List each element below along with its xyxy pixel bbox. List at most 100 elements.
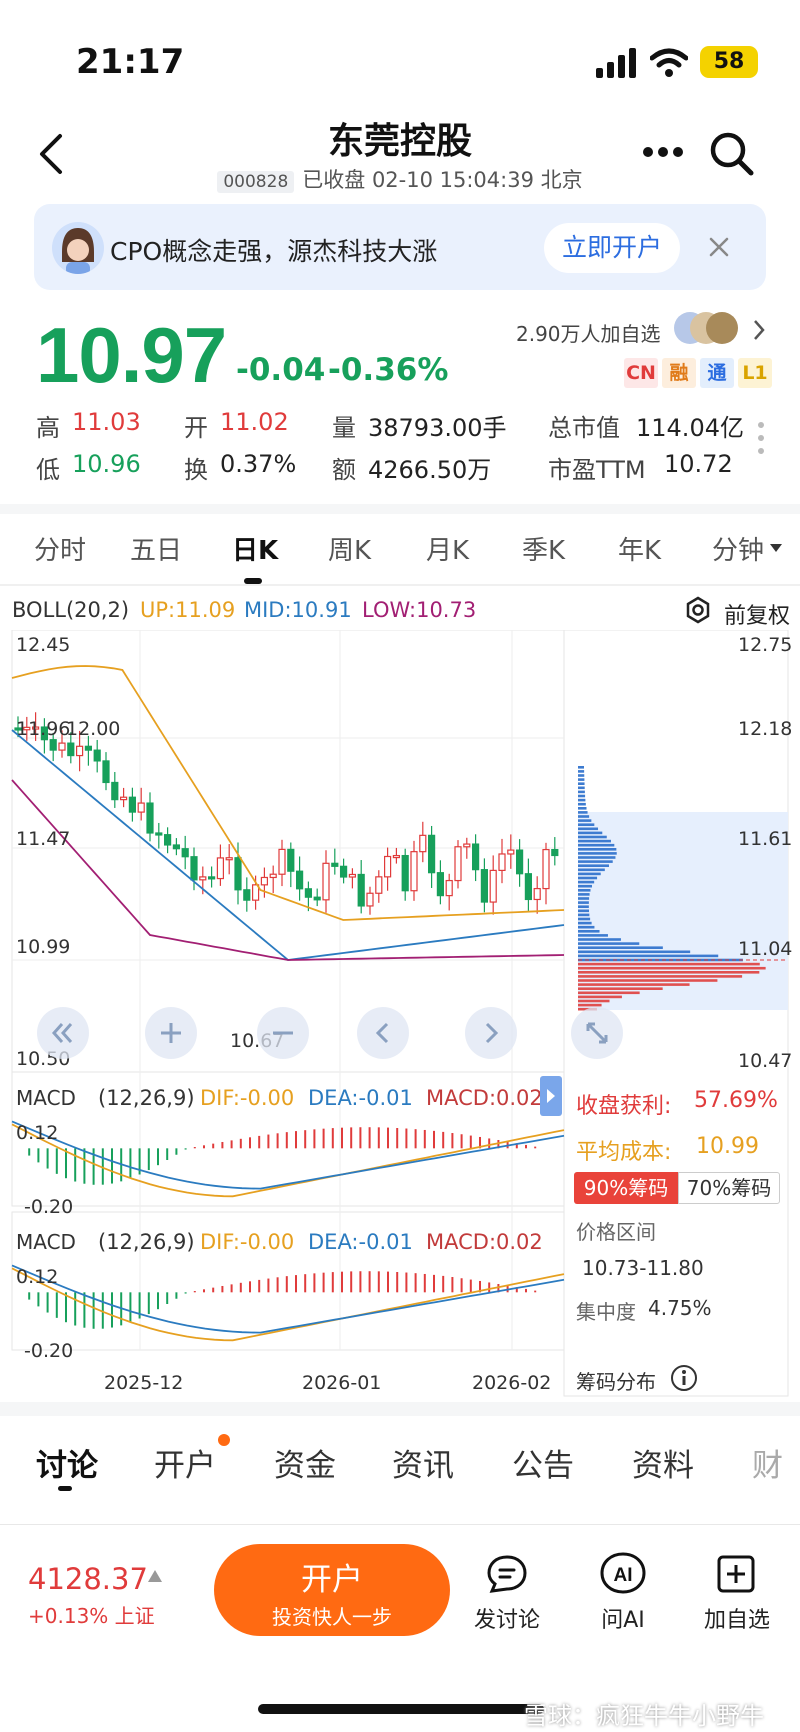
candle bbox=[463, 843, 471, 848]
pe-value: 10.72 bbox=[664, 450, 733, 478]
candle bbox=[410, 851, 418, 892]
candle bbox=[322, 862, 330, 901]
chip-bar bbox=[578, 954, 719, 958]
chip-bar bbox=[578, 815, 590, 818]
close-icon[interactable] bbox=[708, 236, 730, 258]
tab-yearly-k[interactable]: 年K bbox=[618, 530, 661, 567]
tab-announcements[interactable]: 公告 bbox=[512, 1440, 574, 1485]
price-axis-label: 12.00 bbox=[66, 718, 121, 740]
tab-five-day[interactable]: 五日 bbox=[130, 530, 182, 567]
collapse-panel-icon[interactable] bbox=[540, 1076, 562, 1116]
candle bbox=[119, 796, 128, 801]
tab-quarterly-k[interactable]: 季K bbox=[522, 530, 565, 567]
tab-minute[interactable]: 分钟 bbox=[712, 530, 764, 567]
macd-name[interactable]: MACD bbox=[16, 1230, 76, 1254]
tab-open-account[interactable]: 开户 bbox=[154, 1440, 216, 1485]
add-watchlist-label[interactable]: 加自选 bbox=[682, 1602, 792, 1634]
market-status: 已收盘 02-10 15:04:39 北京 bbox=[302, 168, 583, 192]
scroll-left-icon[interactable] bbox=[356, 1006, 410, 1060]
fullscreen-icon[interactable] bbox=[570, 1006, 624, 1060]
open-account-button[interactable]: 开户 投资快人一步 bbox=[214, 1544, 450, 1636]
zoom-in-icon[interactable] bbox=[144, 1006, 198, 1060]
candle bbox=[392, 854, 400, 859]
banner-open-account-button[interactable]: 立即开户 bbox=[544, 223, 680, 273]
concentration-label: 集中度 bbox=[576, 1300, 636, 1324]
tab-intraday[interactable]: 分时 bbox=[34, 530, 86, 567]
chip-bar bbox=[578, 909, 589, 913]
chip-bar bbox=[578, 811, 588, 814]
tab-funds[interactable]: 资金 bbox=[274, 1440, 336, 1485]
boll-mid: MID:10.91 bbox=[244, 598, 352, 622]
home-indicator bbox=[258, 1704, 544, 1714]
chip-bar bbox=[578, 823, 595, 826]
ai-icon[interactable]: AI bbox=[600, 1552, 646, 1596]
tab-discussion[interactable]: 讨论 bbox=[36, 1440, 98, 1485]
tab-weekly-k[interactable]: 周K bbox=[328, 530, 371, 567]
avg-cost-value: 10.99 bbox=[696, 1134, 759, 1159]
boll-up: UP:11.09 bbox=[140, 598, 236, 622]
battery-indicator: 58 bbox=[700, 46, 758, 78]
tab-daily-k[interactable]: 日K bbox=[232, 530, 278, 567]
last-price: 10.97 bbox=[36, 311, 227, 399]
price-range-value: 10.73-11.80 bbox=[582, 1256, 704, 1280]
badge-cn: CN bbox=[624, 358, 658, 388]
chip-bar bbox=[578, 950, 691, 954]
boll-name[interactable]: BOLL(20,2) bbox=[12, 598, 129, 622]
macd-dif: DIF:-0.00 bbox=[200, 1230, 295, 1254]
chip-bar bbox=[578, 930, 600, 933]
macd-dea: DEA:-0.01 bbox=[308, 1230, 413, 1254]
adjust-mode[interactable]: 前复权 bbox=[724, 598, 790, 630]
status-time: 21:17 bbox=[76, 42, 185, 82]
chip-bar bbox=[578, 794, 586, 798]
candle bbox=[190, 856, 198, 881]
scroll-left-fast-icon[interactable] bbox=[36, 1006, 90, 1060]
macd-name[interactable]: MACD bbox=[16, 1086, 76, 1110]
avg-cost-label: 平均成本: bbox=[576, 1140, 672, 1165]
tab-chip-70[interactable]: 70%筹码 bbox=[678, 1172, 780, 1204]
candle bbox=[93, 749, 101, 762]
chip-bar bbox=[578, 921, 592, 925]
candle bbox=[331, 862, 339, 867]
boll-mid-line bbox=[11, 729, 565, 961]
chip-axis-label: 12.18 bbox=[738, 718, 793, 740]
avatar bbox=[52, 222, 104, 274]
settings-icon[interactable] bbox=[684, 596, 712, 624]
scroll-right-icon[interactable] bbox=[464, 1006, 518, 1060]
more-icon[interactable] bbox=[642, 144, 684, 160]
candle bbox=[340, 865, 348, 878]
volume-label: 量 bbox=[332, 414, 356, 442]
index-change-value: +0.13% bbox=[28, 1604, 109, 1628]
index-value[interactable]: 4128.37 bbox=[28, 1562, 148, 1596]
tab-news[interactable]: 资讯 bbox=[392, 1440, 454, 1485]
index-change: +0.13% 上证 bbox=[28, 1600, 155, 1629]
concentration-value: 4.75% bbox=[648, 1296, 712, 1320]
chip-bar bbox=[578, 934, 608, 937]
tab-financials[interactable]: 财 bbox=[752, 1440, 783, 1485]
price-range-label: 价格区间 bbox=[576, 1220, 656, 1244]
tab-chip-90[interactable]: 90%筹码 bbox=[574, 1172, 678, 1204]
price-axis-label: 10.99 bbox=[16, 936, 71, 958]
candle bbox=[137, 802, 145, 813]
chip-bar bbox=[578, 872, 601, 876]
tab-profile[interactable]: 资料 bbox=[632, 1440, 694, 1485]
follower-avatars bbox=[674, 312, 738, 344]
ask-ai-label[interactable]: 问AI bbox=[568, 1602, 678, 1634]
footer-divider bbox=[0, 1524, 800, 1525]
add-watchlist-icon[interactable] bbox=[716, 1554, 756, 1594]
macd-dif-line bbox=[11, 1123, 565, 1198]
profit-value: 57.69% bbox=[694, 1088, 778, 1113]
chip-bar bbox=[578, 778, 585, 781]
candle bbox=[172, 844, 180, 850]
candle bbox=[454, 846, 462, 882]
tab-monthly-k[interactable]: 月K bbox=[426, 530, 469, 567]
amount-label: 额 bbox=[332, 456, 356, 484]
zoom-out-icon[interactable] bbox=[256, 1006, 310, 1060]
post-discussion-label[interactable]: 发讨论 bbox=[452, 1602, 562, 1634]
more-stats-icon[interactable] bbox=[756, 420, 766, 456]
dropdown-icon[interactable] bbox=[770, 544, 782, 552]
chevron-right-icon[interactable] bbox=[752, 318, 766, 342]
search-icon[interactable] bbox=[708, 130, 756, 178]
info-icon[interactable] bbox=[670, 1364, 698, 1392]
discussion-icon[interactable] bbox=[486, 1554, 528, 1594]
candle bbox=[128, 796, 136, 813]
